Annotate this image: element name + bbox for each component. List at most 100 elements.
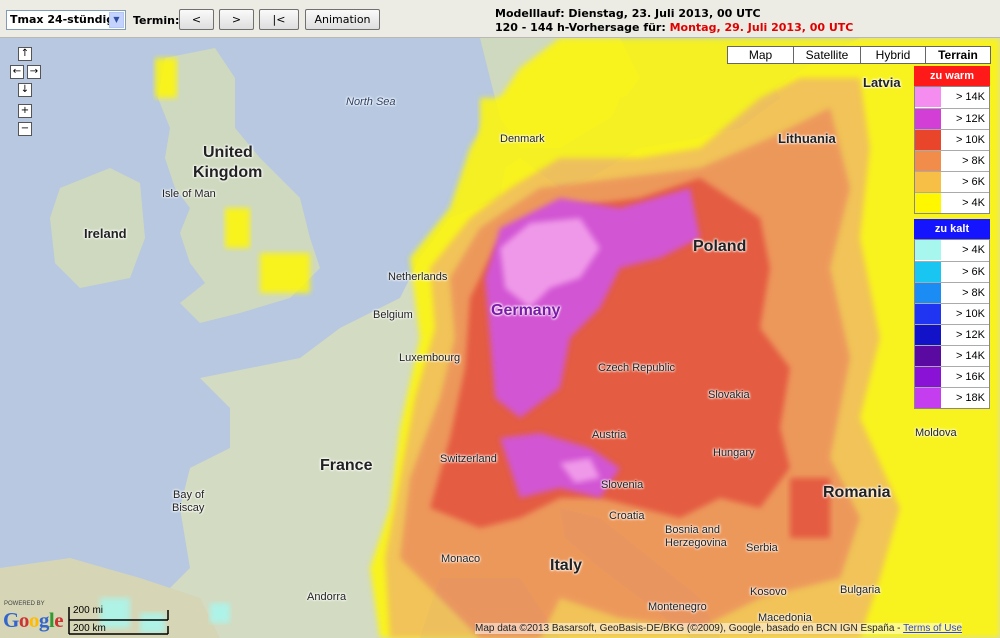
label-ireland: Ireland: [84, 226, 127, 241]
label-netherlands: Netherlands: [388, 271, 448, 283]
powered-by-label: POWERED BY: [4, 601, 45, 607]
label-lithuania: Lithuania: [778, 131, 836, 146]
label-italy: Italy: [550, 557, 583, 574]
legend-row: > 6K: [915, 171, 989, 192]
map-type-hybrid[interactable]: Hybrid: [860, 46, 926, 64]
map-type-control: Map Satellite Hybrid Terrain: [727, 46, 991, 64]
legend-row: > 12K: [915, 324, 989, 345]
model-run-line: Modelllauf: Dienstag, 23. Juli 2013, 00 …: [495, 7, 761, 20]
map-type-terrain[interactable]: Terrain: [925, 46, 991, 64]
label-isle-of-man: Isle of Man: [162, 188, 216, 200]
label-slovakia: Slovakia: [708, 389, 750, 401]
label-bay-of-biscay-1: Bay of: [173, 489, 205, 501]
legend-swatch: [915, 304, 941, 324]
legend-value: > 8K: [962, 155, 985, 167]
label-slovenia: Slovenia: [601, 479, 644, 491]
legend-value: > 8K: [962, 287, 985, 299]
legend-row: > 4K: [915, 240, 989, 261]
scale-miles: 200 mi: [73, 605, 104, 616]
legend-swatch: [915, 367, 941, 387]
label-moldova: Moldova: [915, 427, 957, 439]
run-info: Modelllauf: Dienstag, 23. Juli 2013, 00 …: [495, 7, 853, 35]
label-united-kingdom-1: United: [203, 144, 253, 161]
zoom-out-button[interactable]: −: [18, 122, 32, 136]
legend-row: > 18K: [915, 387, 989, 408]
label-germany: Germany: [491, 302, 561, 319]
legend-row: > 12K: [915, 108, 989, 129]
terms-of-use-link[interactable]: Terms of Use: [903, 623, 962, 634]
google-logo[interactable]: Google: [3, 608, 64, 633]
legend-value: > 10K: [955, 308, 985, 320]
legend-row: > 16K: [915, 366, 989, 387]
legend-row: > 4K: [915, 192, 989, 213]
label-bosnia-2: Herzegovina: [665, 537, 727, 549]
legend-swatch: [915, 87, 941, 107]
legend-value: > 12K: [955, 113, 985, 125]
label-monaco: Monaco: [441, 553, 481, 565]
legend-value: > 16K: [955, 371, 985, 383]
map-type-map[interactable]: Map: [727, 46, 794, 64]
label-latvia: Latvia: [863, 75, 901, 90]
scale-kilometers: 200 km: [73, 623, 106, 634]
label-luxembourg: Luxembourg: [399, 352, 461, 364]
zoom-in-button[interactable]: +: [18, 104, 32, 118]
legend-warm-rows: > 14K > 12K > 10K > 8K > 6K > 4K: [914, 86, 990, 214]
legend-value: > 14K: [955, 350, 985, 362]
copyright-text: Map data ©2013 Basarsoft, GeoBasis-DE/BK…: [475, 623, 904, 634]
legend-swatch: [915, 283, 941, 303]
toolbar: Tmax 24-stündig ▼ Termin: < > |< Animati…: [0, 0, 1000, 38]
legend-swatch: [915, 130, 941, 150]
product-select[interactable]: Tmax 24-stündig ▼: [6, 10, 126, 30]
terrain-map: [0, 38, 1000, 638]
prev-button[interactable]: <: [179, 9, 214, 30]
label-hungary: Hungary: [713, 447, 755, 459]
legend-value: > 18K: [955, 392, 985, 404]
legend-value: > 10K: [955, 134, 985, 146]
legend-row: > 8K: [915, 150, 989, 171]
legend-swatch: [915, 262, 941, 282]
product-select-value: Tmax 24-stündig: [10, 13, 115, 26]
legend-row: > 8K: [915, 282, 989, 303]
pan-down-button[interactable]: ↓: [18, 83, 32, 97]
legend-row: > 10K: [915, 129, 989, 150]
legend-value: > 14K: [955, 91, 985, 103]
termin-label: Termin:: [133, 14, 180, 27]
legend-warm-header: zu warm: [914, 66, 990, 86]
map-type-satellite[interactable]: Satellite: [793, 46, 861, 64]
label-andorra: Andorra: [307, 591, 347, 603]
label-kosovo: Kosovo: [750, 586, 787, 598]
legend-value: > 6K: [962, 266, 985, 278]
legend-cold-header: zu kalt: [914, 219, 990, 239]
label-france: France: [320, 457, 373, 474]
legend-swatch: [915, 346, 941, 366]
label-denmark: Denmark: [500, 133, 545, 145]
legend-swatch: [915, 151, 941, 171]
pan-right-button[interactable]: →: [27, 65, 41, 79]
legend-cold-rows: > 4K > 6K > 8K > 10K > 12K > 14K > 16K > 18K: [914, 239, 990, 409]
label-serbia: Serbia: [746, 542, 778, 554]
next-button[interactable]: >: [219, 9, 254, 30]
legend-row: > 6K: [915, 261, 989, 282]
label-bay-of-biscay-2: Biscay: [172, 502, 205, 514]
legend-swatch: [915, 388, 941, 408]
legend-value: > 4K: [962, 197, 985, 209]
legend-swatch: [915, 325, 941, 345]
label-romania: Romania: [823, 484, 891, 501]
pan-up-button[interactable]: ↑: [18, 47, 32, 61]
legend-swatch: [915, 193, 941, 213]
anomaly-legend: zu warm > 14K > 12K > 10K > 8K > 6K > 4K zu k…: [914, 66, 990, 409]
animation-button[interactable]: Animation: [305, 9, 380, 30]
label-croatia: Croatia: [609, 510, 645, 522]
label-bulgaria: Bulgaria: [840, 584, 881, 596]
forecast-prefix: 120 - 144 h-Vorhersage für:: [495, 21, 670, 34]
chevron-down-icon[interactable]: ▼: [109, 12, 124, 28]
forecast-date: Montag, 29. Juli 2013, 00 UTC: [669, 21, 854, 34]
label-bosnia-1: Bosnia and: [665, 524, 721, 536]
legend-swatch: [915, 172, 941, 192]
first-button[interactable]: |<: [259, 9, 299, 30]
map-view[interactable]: North Sea United Kingdom Isle of Man Ire…: [0, 38, 1000, 638]
pan-left-button[interactable]: ←: [10, 65, 24, 79]
label-poland: Poland: [693, 238, 747, 255]
label-north-sea: North Sea: [346, 96, 396, 108]
legend-row: > 14K: [915, 345, 989, 366]
